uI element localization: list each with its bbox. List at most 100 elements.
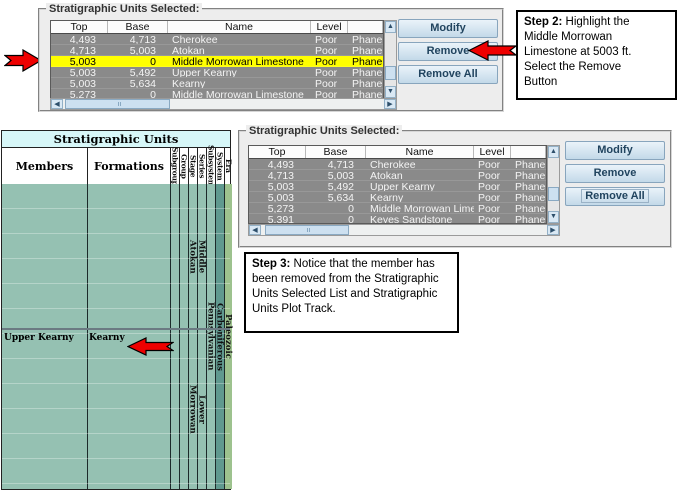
modify-button[interactable]: Modify	[565, 141, 665, 160]
cell-name: Kearny	[366, 192, 474, 202]
cell-level: Poor	[311, 56, 348, 66]
remove-all-button[interactable]: Remove All	[565, 187, 665, 206]
scroll-right-icon[interactable]: ▶	[547, 225, 559, 235]
cell-base: 5,003	[108, 45, 168, 55]
col-header-base[interactable]: Base	[108, 21, 168, 33]
cell-name: Cherokee	[366, 159, 474, 169]
cell-level: Poor	[311, 34, 348, 44]
col-header-level[interactable]: Level	[474, 146, 511, 158]
cell-name: Kearny	[168, 78, 311, 88]
scrollbar-thumb[interactable]	[385, 66, 396, 80]
track-title: Stratigraphic Units	[2, 131, 230, 148]
remove-button[interactable]: Remove	[565, 164, 665, 183]
table-row[interactable]: 5,003 5,492 Upper Kearny Poor Phaner	[51, 67, 383, 78]
scroll-down-icon[interactable]: ▼	[385, 86, 396, 98]
col-header-formations: Formations	[87, 148, 170, 184]
table-header: Top Base Name Level	[51, 21, 383, 34]
stratigraphic-units-plot-track: Stratigraphic Units Members Formations S…	[1, 130, 231, 490]
modify-button[interactable]: Modify	[398, 19, 498, 38]
scrollbar-trough[interactable]	[261, 225, 547, 235]
vertical-scrollbar: ▲ ▼	[547, 145, 560, 224]
scrollbar-thumb[interactable]	[265, 225, 349, 235]
groupbox-title: Stratigraphic Units Selected:	[246, 125, 402, 137]
table-row[interactable]: 4,493 4,713 Cherokee Poor Phaner	[249, 159, 546, 170]
scroll-left-icon[interactable]: ◀	[51, 99, 63, 109]
cell-level: Poor	[311, 78, 348, 88]
scroll-right-icon[interactable]: ▶	[384, 99, 396, 109]
cell-top: 4,493	[51, 34, 108, 44]
vertical-scrollbar: ▲ ▼	[384, 20, 397, 99]
cell-level: Poor	[474, 181, 511, 191]
col-header-top[interactable]: Top	[249, 146, 306, 158]
scrollbar-trough[interactable]	[548, 158, 559, 211]
table-row[interactable]: 4,713 5,003 Atokan Poor Phaner	[51, 45, 383, 56]
scrollbar-trough[interactable]	[63, 99, 384, 109]
horizontal-scrollbar: ◀ ▶	[248, 224, 560, 236]
table-row[interactable]: 5,003 5,492 Upper Kearny Poor Phaner	[249, 181, 546, 192]
cell-top: 5,003	[249, 181, 306, 191]
cell-top: 4,493	[249, 159, 306, 169]
scrollbar-thumb[interactable]	[548, 187, 559, 201]
groupbox-title: Stratigraphic Units Selected:	[46, 3, 202, 15]
callout-arrow-left-icon	[127, 337, 174, 356]
table-body: 4,493 4,713 Cherokee Poor Phaner 4,713 5…	[249, 159, 546, 224]
step3-note: Step 3: Notice that the member has been …	[244, 252, 459, 333]
cell-name: Upper Kearny	[366, 181, 474, 191]
stratigraphic-units-selected-group-1: Stratigraphic Units Selected: Top Base N…	[38, 8, 504, 112]
step2-line: Limestone at 5003 ft.	[524, 45, 669, 60]
cell-name: Atokan	[168, 45, 311, 55]
cell-level: Poor	[474, 159, 511, 169]
group-column	[179, 184, 188, 489]
callout-arrow-right-icon	[4, 49, 42, 72]
cell-level: Poor	[474, 192, 511, 202]
cell-level: Poor	[474, 170, 511, 180]
cell-base: 5,492	[306, 181, 366, 191]
remove-all-button[interactable]: Remove All	[398, 65, 498, 84]
cell-base: 5,492	[108, 67, 168, 77]
col-header-name[interactable]: Name	[366, 146, 474, 158]
col-header-base[interactable]: Base	[306, 146, 366, 158]
cell-base: 0	[306, 214, 366, 224]
stratigraphic-units-selected-group-2: Stratigraphic Units Selected: Top Base N…	[238, 130, 672, 248]
table-row[interactable]: 5,003 5,634 Kearny Poor Phaner	[249, 192, 546, 203]
scrollbar-trough[interactable]	[385, 33, 396, 86]
table-row[interactable]: 5,391 0 Keyes Sandstone Poor Phaner	[249, 214, 546, 224]
cell-era: Phaner	[348, 34, 383, 44]
col-header-name[interactable]: Name	[168, 21, 311, 33]
cell-era: Phaner	[348, 45, 383, 55]
cell-top: 5,003	[51, 56, 108, 66]
col-header-subsystem: Subsystem	[206, 148, 215, 184]
scroll-down-icon[interactable]: ▼	[548, 211, 559, 223]
cell-era: Phaner	[348, 56, 383, 66]
scroll-up-icon[interactable]: ▲	[385, 21, 396, 33]
cell-base: 5,634	[306, 192, 366, 202]
table-row[interactable]: 5,273 0 Middle Morrowan Limestone Poor P…	[249, 203, 546, 214]
col-header-era[interactable]	[511, 146, 546, 158]
col-header-era[interactable]	[348, 21, 383, 33]
cell-top: 5,003	[249, 192, 306, 202]
table-row[interactable]: 4,493 4,713 Cherokee Poor Phaner	[51, 34, 383, 45]
members-formations-divider	[87, 184, 88, 489]
step2-line: Select the Remove	[524, 60, 669, 75]
table-row[interactable]: 5,003 5,634 Kearny Poor Phaner	[51, 78, 383, 89]
strat-units-table-1: Top Base Name Level 4,493 4,713 Cherokee…	[50, 20, 384, 99]
step3-line: Notice that the member has	[294, 258, 435, 270]
col-header-subgroup: Subgroup	[170, 148, 179, 184]
cell-name: Middle Morrowan Limestone	[168, 56, 311, 66]
scroll-up-icon[interactable]: ▲	[548, 146, 559, 158]
table-row[interactable]: 5,003 0 Middle Morrowan Limestone Poor P…	[51, 56, 383, 67]
scrollbar-thumb[interactable]	[65, 99, 170, 109]
col-header-top[interactable]: Top	[51, 21, 108, 33]
formation-top-boundary	[2, 328, 230, 330]
table-row[interactable]: 4,713 5,003 Atokan Poor Phaner	[249, 170, 546, 181]
step2-line: Middle Morrowan	[524, 30, 669, 45]
col-header-level[interactable]: Level	[311, 21, 348, 33]
col-header-stage: Stage	[188, 148, 197, 184]
scroll-left-icon[interactable]: ◀	[249, 225, 261, 235]
col-header-era: Era	[224, 148, 232, 184]
col-header-series: Series	[197, 148, 206, 184]
cell-era: Phaner	[511, 203, 546, 213]
formation-label: Kearny	[89, 333, 125, 343]
cell-level: Poor	[474, 203, 511, 213]
horizontal-scrollbar: ◀ ▶	[50, 98, 397, 110]
